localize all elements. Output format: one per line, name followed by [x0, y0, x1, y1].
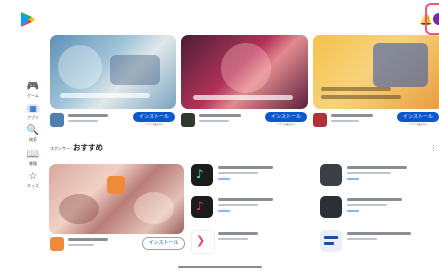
search-icon: 🔍: [26, 125, 40, 136]
app-subtitle: [218, 238, 248, 240]
app-icon: [181, 113, 195, 127]
app-title: [347, 232, 411, 235]
app-icon[interactable]: [320, 196, 342, 218]
star-icon: ☆: [28, 171, 38, 182]
app-subtitle: [218, 172, 258, 174]
app-title: [347, 166, 407, 169]
sponsor-label: スポンサー・: [50, 146, 74, 151]
app-title: [218, 198, 273, 201]
rail-search[interactable]: 🔍 検索: [21, 126, 45, 143]
install-note: アプリ内課金あり: [143, 123, 164, 126]
rail-label: アプリ: [27, 115, 39, 120]
rail-books[interactable]: 📖 書籍: [21, 150, 45, 167]
gamepad-icon: 🎮: [26, 81, 40, 92]
avatar[interactable]: [433, 13, 439, 25]
app-title: [199, 114, 241, 117]
app-rating: [347, 210, 359, 212]
app-subtitle: [347, 204, 387, 206]
recommend-banner[interactable]: [49, 164, 184, 234]
app-icon: [50, 113, 64, 127]
install-button[interactable]: インストール: [265, 112, 307, 122]
app-title: [331, 114, 373, 117]
install-button[interactable]: インストール: [397, 112, 439, 122]
app-subtitle: [347, 172, 391, 174]
app-rating: [218, 178, 230, 180]
play-store-logo-icon[interactable]: [21, 12, 35, 27]
app-title: [68, 114, 108, 117]
install-note: アプリ内課金あり: [407, 123, 428, 126]
rail-label: 検索: [29, 137, 37, 142]
app-title: [347, 198, 402, 201]
rail-apps[interactable]: ▦ アプリ: [21, 104, 45, 121]
app-subtitle: [331, 120, 359, 122]
rail-label: 書籍: [29, 161, 37, 166]
rail-games[interactable]: 🎮 ゲーム: [21, 82, 45, 99]
app-subtitle: [347, 238, 377, 240]
app-subtitle: [68, 244, 94, 246]
app-title: [68, 238, 108, 241]
install-note: アプリ内課金あり: [275, 123, 296, 126]
app-icon[interactable]: ❯: [191, 230, 215, 254]
app-subtitle: [199, 120, 229, 122]
app-icon[interactable]: ♪: [191, 164, 213, 186]
app-title: [218, 166, 273, 169]
app-icon: [313, 113, 327, 127]
apps-icon: ▦: [26, 104, 40, 113]
featured-card[interactable]: [50, 35, 176, 109]
featured-card[interactable]: [313, 35, 439, 109]
app-subtitle: [68, 120, 98, 122]
book-icon: 📖: [26, 149, 40, 160]
rail-label: ゲーム: [27, 93, 39, 98]
more-options-icon[interactable]: ⋮: [430, 143, 437, 153]
app-rating: [347, 178, 359, 180]
section-title: おすすめ: [73, 143, 103, 152]
install-button[interactable]: インストール: [133, 112, 175, 122]
app-subtitle: [218, 204, 258, 206]
app-icon: [50, 237, 64, 251]
install-button[interactable]: インストール: [142, 237, 185, 250]
app-rating: [218, 210, 230, 212]
rail-label: キッズ: [27, 183, 39, 188]
app-title: [218, 232, 258, 235]
home-indicator[interactable]: [178, 266, 262, 268]
featured-card[interactable]: [181, 35, 308, 109]
rail-kids[interactable]: ☆ キッズ: [21, 172, 45, 189]
app-icon[interactable]: ♪: [191, 196, 213, 218]
app-icon[interactable]: [320, 230, 342, 252]
app-icon[interactable]: [320, 164, 342, 186]
